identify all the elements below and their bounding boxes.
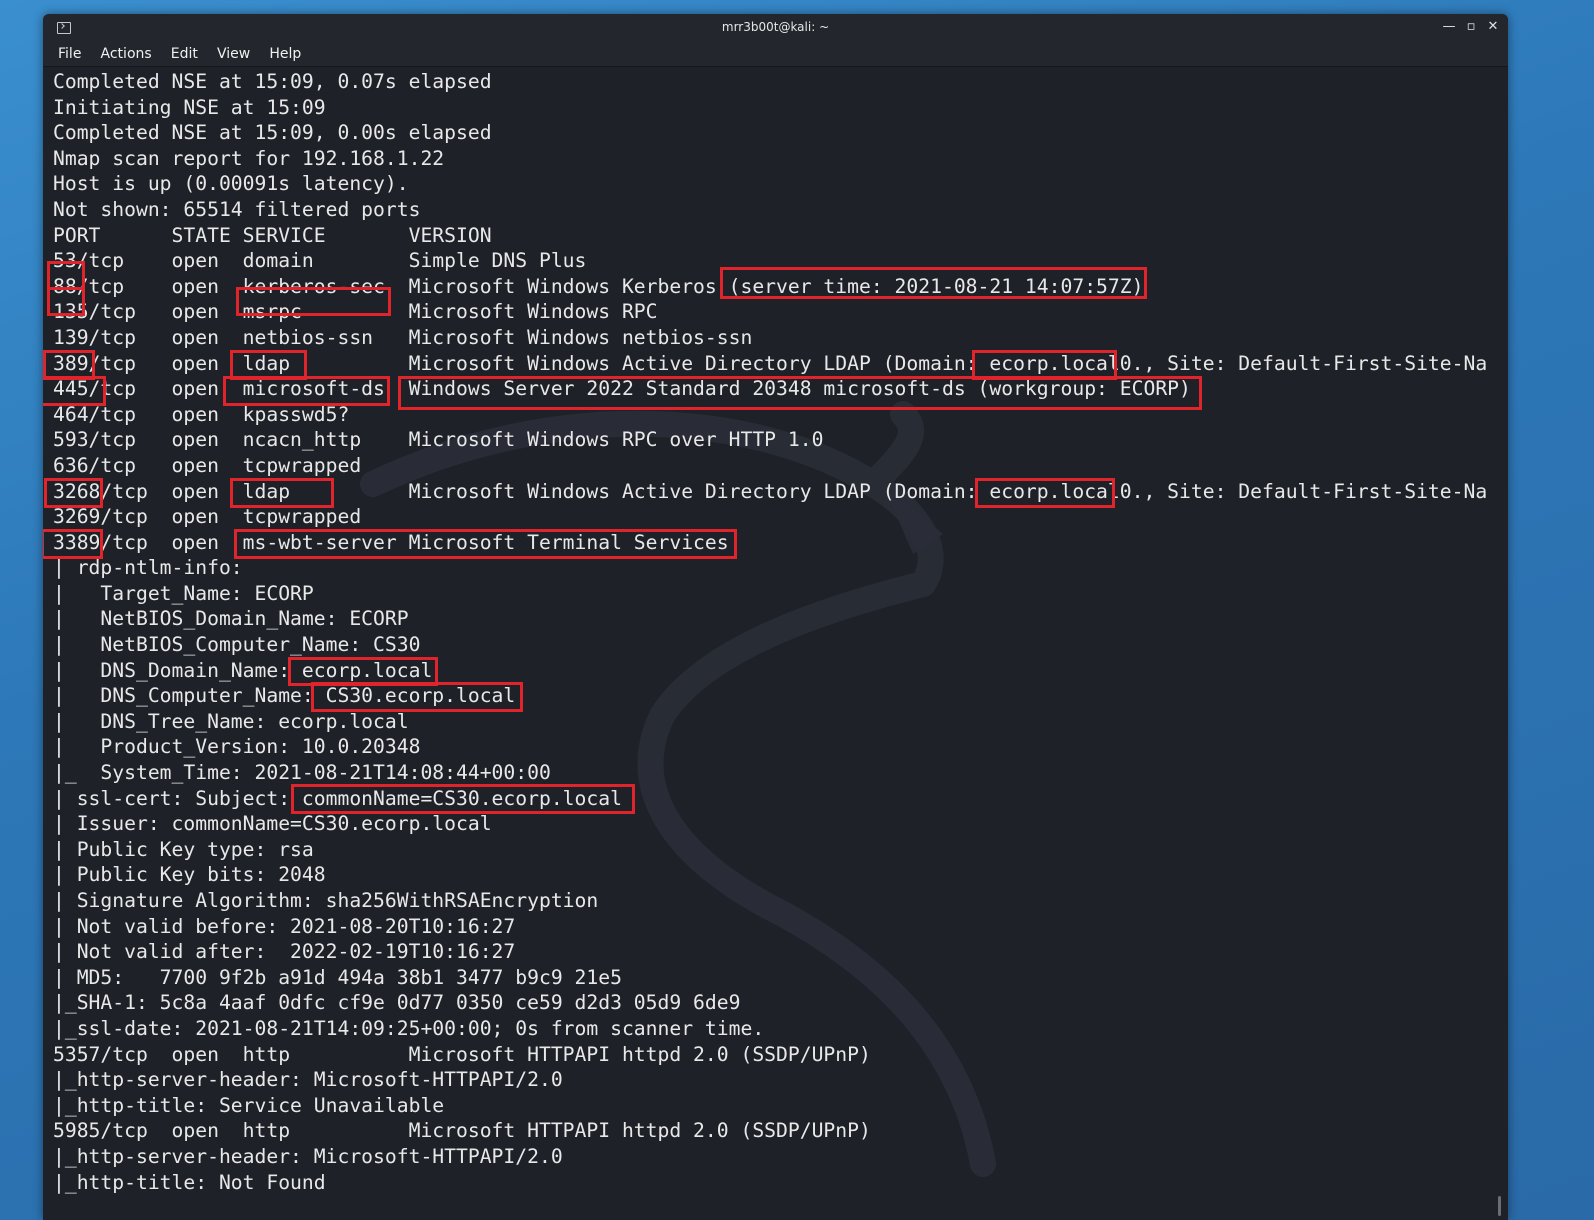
- terminal-line: PORT STATE SERVICE VERSION: [53, 223, 492, 247]
- scrollbar[interactable]: [1498, 1196, 1501, 1216]
- menu-view[interactable]: View: [210, 42, 257, 63]
- terminal-line: Initiating NSE at 15:09: [53, 95, 326, 119]
- maximize-button[interactable]: ▫: [1462, 18, 1480, 36]
- terminal-line: | Product_Version: 10.0.20348: [53, 735, 421, 759]
- terminal-line: Completed NSE at 15:09, 0.00s elapsed: [53, 121, 492, 145]
- terminal-line: Host is up (0.00091s latency).: [53, 172, 409, 196]
- close-button[interactable]: ✕: [1484, 18, 1502, 36]
- terminal-line: | MD5: 7700 9f2b a91d 494a 38b1 3477 b9c…: [53, 965, 622, 989]
- terminal-line: 593/tcp open ncacn_http Microsoft Window…: [53, 428, 824, 452]
- minimize-button[interactable]: —: [1440, 18, 1458, 36]
- terminal-line: |_http-server-header: Microsoft-HTTPAPI/…: [53, 1144, 563, 1168]
- terminal-line: 3389/tcp open ms-wbt-server Microsoft Te…: [53, 530, 729, 554]
- window-title: mrr3b00t@kali: ~: [721, 20, 830, 34]
- terminal-line: |_ssl-date: 2021-08-21T14:09:25+00:00; 0…: [53, 1016, 765, 1040]
- terminal-line: 135/tcp open msrpc Microsoft Windows RPC: [53, 300, 658, 324]
- terminal-line: | Not valid before: 2021-08-20T10:16:27: [53, 914, 516, 938]
- terminal-line: Completed NSE at 15:09, 0.07s elapsed: [53, 70, 492, 93]
- terminal-line: |_http-title: Service Unavailable: [53, 1093, 445, 1117]
- terminal-line: 88/tcp open kerberos-sec Microsoft Windo…: [53, 274, 1144, 298]
- terminal-line: | Not valid after: 2022-02-19T10:16:27: [53, 940, 516, 964]
- terminal-line: 5357/tcp open http Microsoft HTTPAPI htt…: [53, 1042, 871, 1066]
- terminal-line: | rdp-ntlm-info:: [53, 556, 243, 580]
- title-bar[interactable]: mrr3b00t@kali: ~ — ▫ ✕: [43, 14, 1508, 42]
- terminal-line: | DNS_Computer_Name: CS30.ecorp.local: [53, 684, 516, 708]
- terminal-line: 139/tcp open netbios-ssn Microsoft Windo…: [53, 325, 753, 349]
- terminal-output[interactable]: Completed NSE at 15:09, 0.07s elapsed In…: [43, 69, 1508, 1220]
- menu-edit[interactable]: Edit: [164, 42, 205, 63]
- terminal-line: Not shown: 65514 filtered ports: [53, 197, 421, 221]
- terminal-line: | Public Key type: rsa: [53, 837, 314, 861]
- terminal-line: |_SHA-1: 5c8a 4aaf 0dfc cf9e 0d77 0350 c…: [53, 991, 741, 1015]
- terminal-line: | Issuer: commonName=CS30.ecorp.local: [53, 812, 492, 836]
- terminal-line: |_http-server-header: Microsoft-HTTPAPI/…: [53, 1068, 563, 1092]
- terminal-line: |_http-title: Not Found: [53, 1170, 326, 1194]
- terminal-line: 445/tcp open microsoft-ds Windows Server…: [53, 377, 1191, 401]
- menu-help[interactable]: Help: [262, 42, 308, 63]
- terminal-line: 3268/tcp open ldap Microsoft Windows Act…: [53, 479, 1488, 503]
- terminal-line: | Public Key bits: 2048: [53, 863, 326, 887]
- terminal-window: mrr3b00t@kali: ~ — ▫ ✕ File Actions Edit…: [43, 14, 1508, 1220]
- menu-bar: File Actions Edit View Help: [43, 42, 1508, 67]
- terminal-line: | NetBIOS_Domain_Name: ECORP: [53, 607, 409, 631]
- terminal-line: | Signature Algorithm: sha256WithRSAEncr…: [53, 889, 599, 912]
- terminal-line: 5985/tcp open http Microsoft HTTPAPI htt…: [53, 1119, 871, 1143]
- menu-file[interactable]: File: [51, 42, 88, 63]
- terminal-line: |_ System_Time: 2021-08-21T14:08:44+00:0…: [53, 761, 551, 785]
- terminal-line: 636/tcp open tcpwrapped: [53, 453, 362, 477]
- terminal-line: Nmap scan report for 192.168.1.22: [53, 146, 445, 170]
- terminal-line: 464/tcp open kpasswd5?: [53, 402, 350, 426]
- terminal-line: 53/tcp open domain Simple DNS Plus: [53, 249, 587, 273]
- terminal-line: | ssl-cert: Subject: commonName=CS30.eco…: [53, 786, 622, 810]
- terminal-line: | DNS_Tree_Name: ecorp.local: [53, 709, 409, 733]
- terminal-line: | NetBIOS_Computer_Name: CS30: [53, 633, 421, 657]
- terminal-line: 389/tcp open ldap Microsoft Windows Acti…: [53, 351, 1488, 375]
- menu-actions[interactable]: Actions: [94, 42, 159, 63]
- terminal-line: | DNS_Domain_Name: ecorp.local: [53, 658, 433, 682]
- terminal-line: 3269/tcp open tcpwrapped: [53, 505, 362, 529]
- terminal-line: | Target_Name: ECORP: [53, 581, 314, 605]
